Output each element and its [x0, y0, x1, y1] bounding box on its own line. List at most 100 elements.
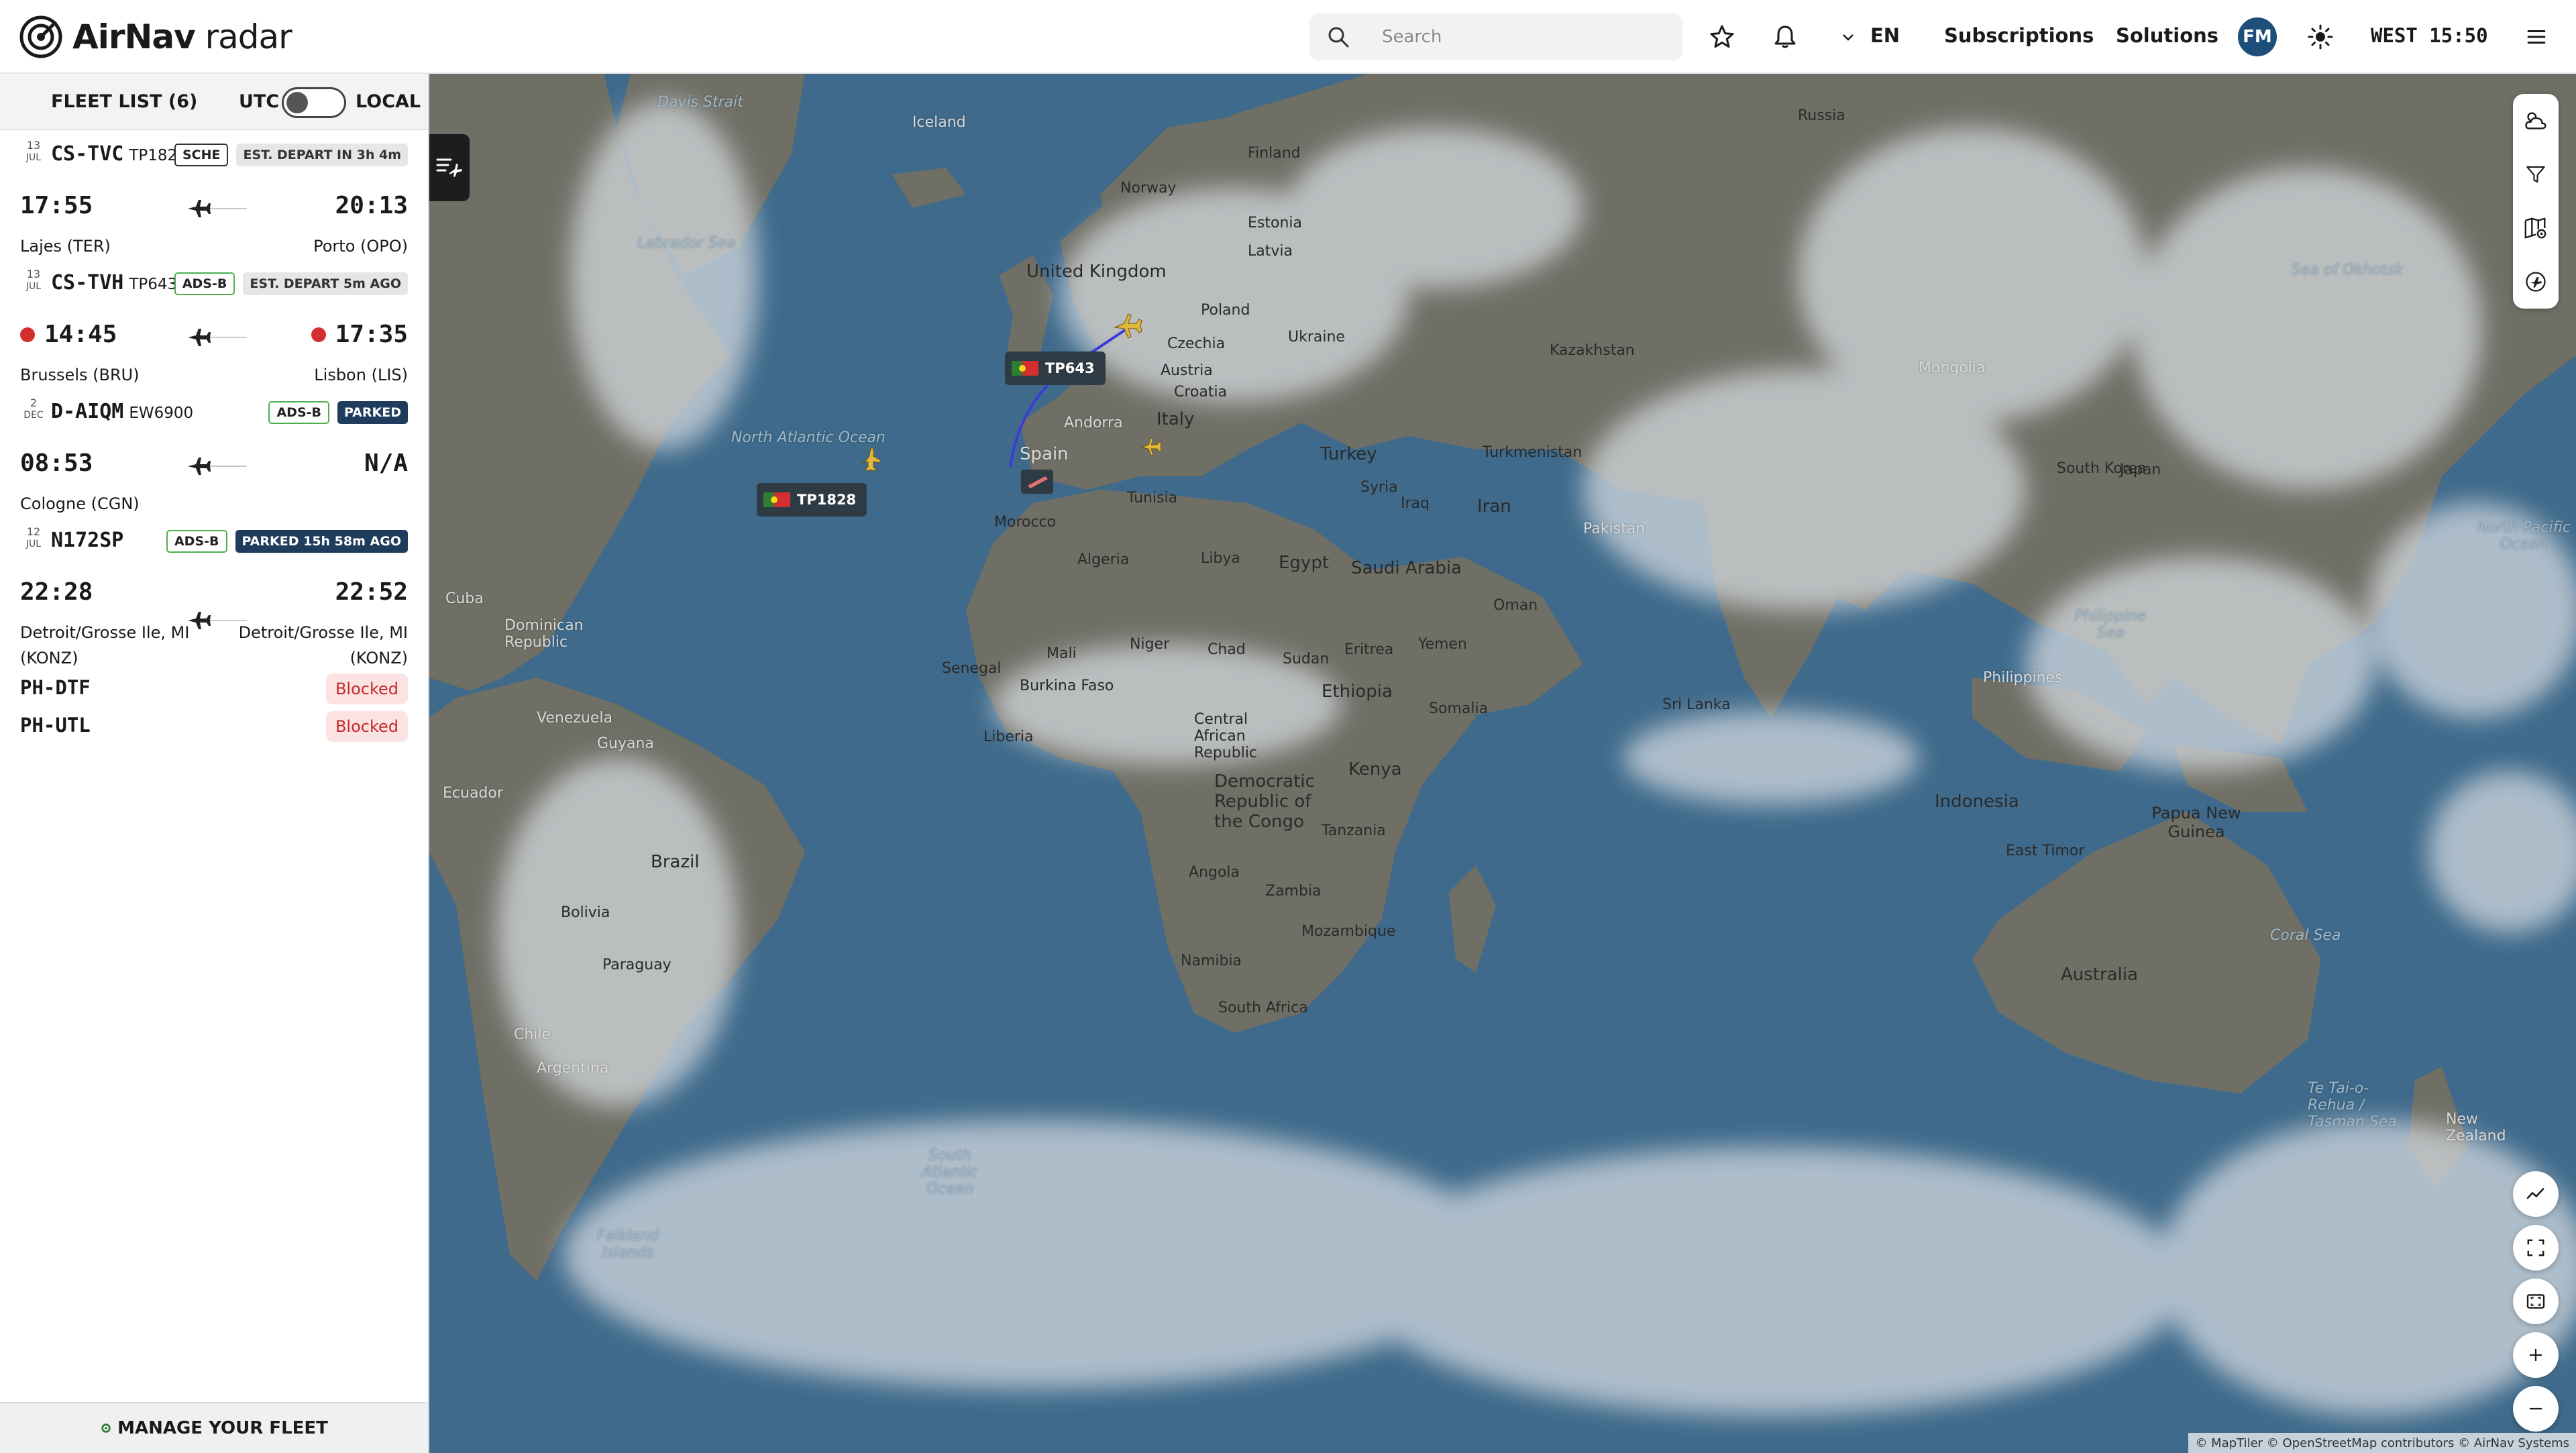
zoom-in-button[interactable] — [2513, 1332, 2559, 1378]
notifications-button[interactable] — [1768, 20, 1802, 54]
bell-icon — [1774, 25, 1796, 48]
map-label: Norway — [1120, 180, 1177, 197]
airport-button[interactable] — [2513, 255, 2559, 309]
flight-tag-label: TP643 — [1045, 360, 1095, 376]
search-box[interactable] — [1309, 13, 1682, 60]
status-badge: PARKED — [337, 401, 408, 424]
utc-label: UTC — [239, 91, 280, 112]
airplane-icon — [188, 458, 247, 475]
flight-day: 13 — [26, 139, 41, 152]
nav-subscriptions[interactable]: Subscriptions — [1944, 24, 2094, 47]
flight-badges: ADS-B PARKED 15h 58m AGO — [166, 530, 408, 553]
filter-button[interactable] — [2513, 148, 2559, 201]
map-label: Estonia — [1248, 215, 1302, 231]
map-layer-controls — [2513, 94, 2559, 309]
departure-city: Lajes (TER) — [20, 237, 111, 256]
fullscreen-button[interactable] — [2513, 1225, 2559, 1271]
aircraft-icon[interactable] — [861, 447, 881, 472]
flight-month: DEC — [23, 410, 44, 421]
status-badge: ADS-B — [174, 272, 235, 295]
search-input[interactable] — [1382, 13, 1664, 60]
map-label: Paraguay — [602, 957, 672, 973]
map-label: Central African Republic — [1194, 711, 1258, 761]
map-label: Turkey — [1320, 444, 1377, 464]
map-label: Ethiopia — [1322, 682, 1393, 702]
map-label: Oman — [1493, 597, 1538, 614]
map-canvas[interactable]: Davis Strait Iceland Labrador Sea Finlan… — [429, 74, 2576, 1453]
map-label: Spain — [1020, 444, 1069, 464]
cloud-patch — [2160, 1120, 2576, 1415]
nav-solutions[interactable]: Solutions — [2116, 24, 2218, 47]
status-badge: ADS-B — [268, 401, 329, 424]
map-attribution: © MapTiler © OpenStreetMap contributors … — [2188, 1433, 2576, 1453]
departure-city: Cologne (CGN) — [20, 494, 140, 513]
user-avatar[interactable]: FM — [2238, 17, 2277, 56]
favorites-button[interactable] — [1705, 20, 1739, 54]
flight-tag-tp1828[interactable]: TP1828 — [757, 483, 867, 517]
map-label: Finland — [1248, 145, 1301, 162]
cloud-patch — [564, 1120, 1503, 1389]
map-label: Papua New Guinea — [2151, 804, 2241, 841]
arrival-time: 22:52 — [335, 578, 408, 606]
blocked-aircraft-row[interactable]: PH-DTF Blocked — [0, 671, 428, 704]
map-label: Egypt — [1279, 553, 1330, 573]
map-settings-button[interactable] — [2513, 201, 2559, 255]
star-icon — [1710, 25, 1734, 48]
flight-date: 12 JUL — [20, 526, 47, 550]
search-icon — [1328, 27, 1349, 48]
flight-badges: SCHE EST. DEPART IN 3h 4m — [174, 144, 408, 166]
chevron-down-icon — [1843, 34, 1854, 41]
flight-day: 13 — [26, 268, 41, 280]
weather-layer-button[interactable] — [2513, 94, 2559, 148]
departure-city: Detroit/Grosse Ile, MI (KONZ) — [20, 623, 190, 667]
map-label: Coral Sea — [2270, 927, 2341, 944]
blocked-badge: Blocked — [325, 711, 408, 742]
flight-registration: CS-TVC TP1828 — [51, 142, 187, 166]
flight-number: EW6900 — [129, 405, 194, 422]
fleet-sidebar: FLEET LIST (6) UTC LOCAL 13 JUL CS-TVC TP1… — [0, 74, 429, 1453]
plus-icon — [2530, 1349, 2542, 1361]
arrival-time-text: N/A — [364, 449, 408, 477]
map-label: Iraq — [1401, 495, 1430, 512]
map-label: Saudi Arabia — [1351, 558, 1462, 578]
flight-registration: CS-TVH TP643 — [51, 271, 177, 294]
fit-view-button[interactable] — [2513, 1279, 2559, 1324]
fleet-flight-row[interactable]: 13 JUL CS-TVH TP643 ADS-B EST. DEPART 5m A… — [0, 268, 428, 396]
map-label: Eritrea — [1344, 641, 1394, 658]
arrival-city: Lisbon (LIS) — [314, 366, 408, 384]
theme-toggle[interactable] — [2304, 20, 2337, 54]
cloud-patch — [1288, 127, 1583, 288]
collapse-sidebar-button[interactable] — [429, 134, 470, 201]
arrival-time-text: 22:52 — [335, 578, 408, 606]
flight-registration: D-AIQM EW6900 — [51, 400, 193, 423]
trend-chart-icon — [2526, 1187, 2544, 1199]
blocked-aircraft-row[interactable]: PH-UTL Blocked — [0, 708, 428, 742]
language-dropdown[interactable] — [1838, 27, 1858, 47]
timezone-toggle[interactable] — [282, 87, 346, 118]
brand-light: radar — [205, 17, 292, 56]
fleet-flight-row[interactable]: 13 JUL CS-TVC TP1828 SCHE EST. DEPART IN 3… — [0, 140, 428, 267]
clock-display: WEST 15:50 — [2371, 24, 2488, 47]
map-label: Iceland — [912, 114, 966, 131]
airnav-logo[interactable]: AirNav radar — [19, 15, 292, 59]
departure-time: 08:53 — [20, 449, 93, 477]
statistics-button[interactable] — [2513, 1171, 2559, 1217]
language-label[interactable]: EN — [1870, 24, 1900, 47]
map-label: Tunisia — [1127, 490, 1178, 506]
departure-time-text: 17:55 — [20, 192, 93, 219]
map-label: New Zealand — [2446, 1111, 2506, 1144]
flight-month: JUL — [25, 152, 42, 163]
status-badge: SCHE — [174, 144, 229, 166]
arrival-time: N/A — [364, 449, 408, 477]
departure-time-text: 08:53 — [20, 449, 93, 477]
departure-time: 22:28 — [20, 578, 93, 606]
manage-fleet-button[interactable]: MANAGE YOUR FLEET — [0, 1402, 428, 1453]
cloud-patch — [496, 758, 738, 1107]
main-menu-button[interactable] — [2520, 20, 2553, 54]
flight-tag-tp643[interactable]: TP643 — [1005, 352, 1106, 385]
map-label: Mongolia — [1919, 360, 1986, 376]
map-label: Somalia — [1429, 700, 1489, 717]
zoom-out-button[interactable] — [2513, 1386, 2559, 1432]
fleet-flight-row[interactable]: 2 DEC D-AIQM EW6900 ADS-B PARKED 08:53 N/A… — [0, 397, 428, 525]
fleet-flight-row[interactable]: 12 JUL N172SP ADS-B PARKED 15h 58m AGO 22… — [0, 526, 428, 674]
